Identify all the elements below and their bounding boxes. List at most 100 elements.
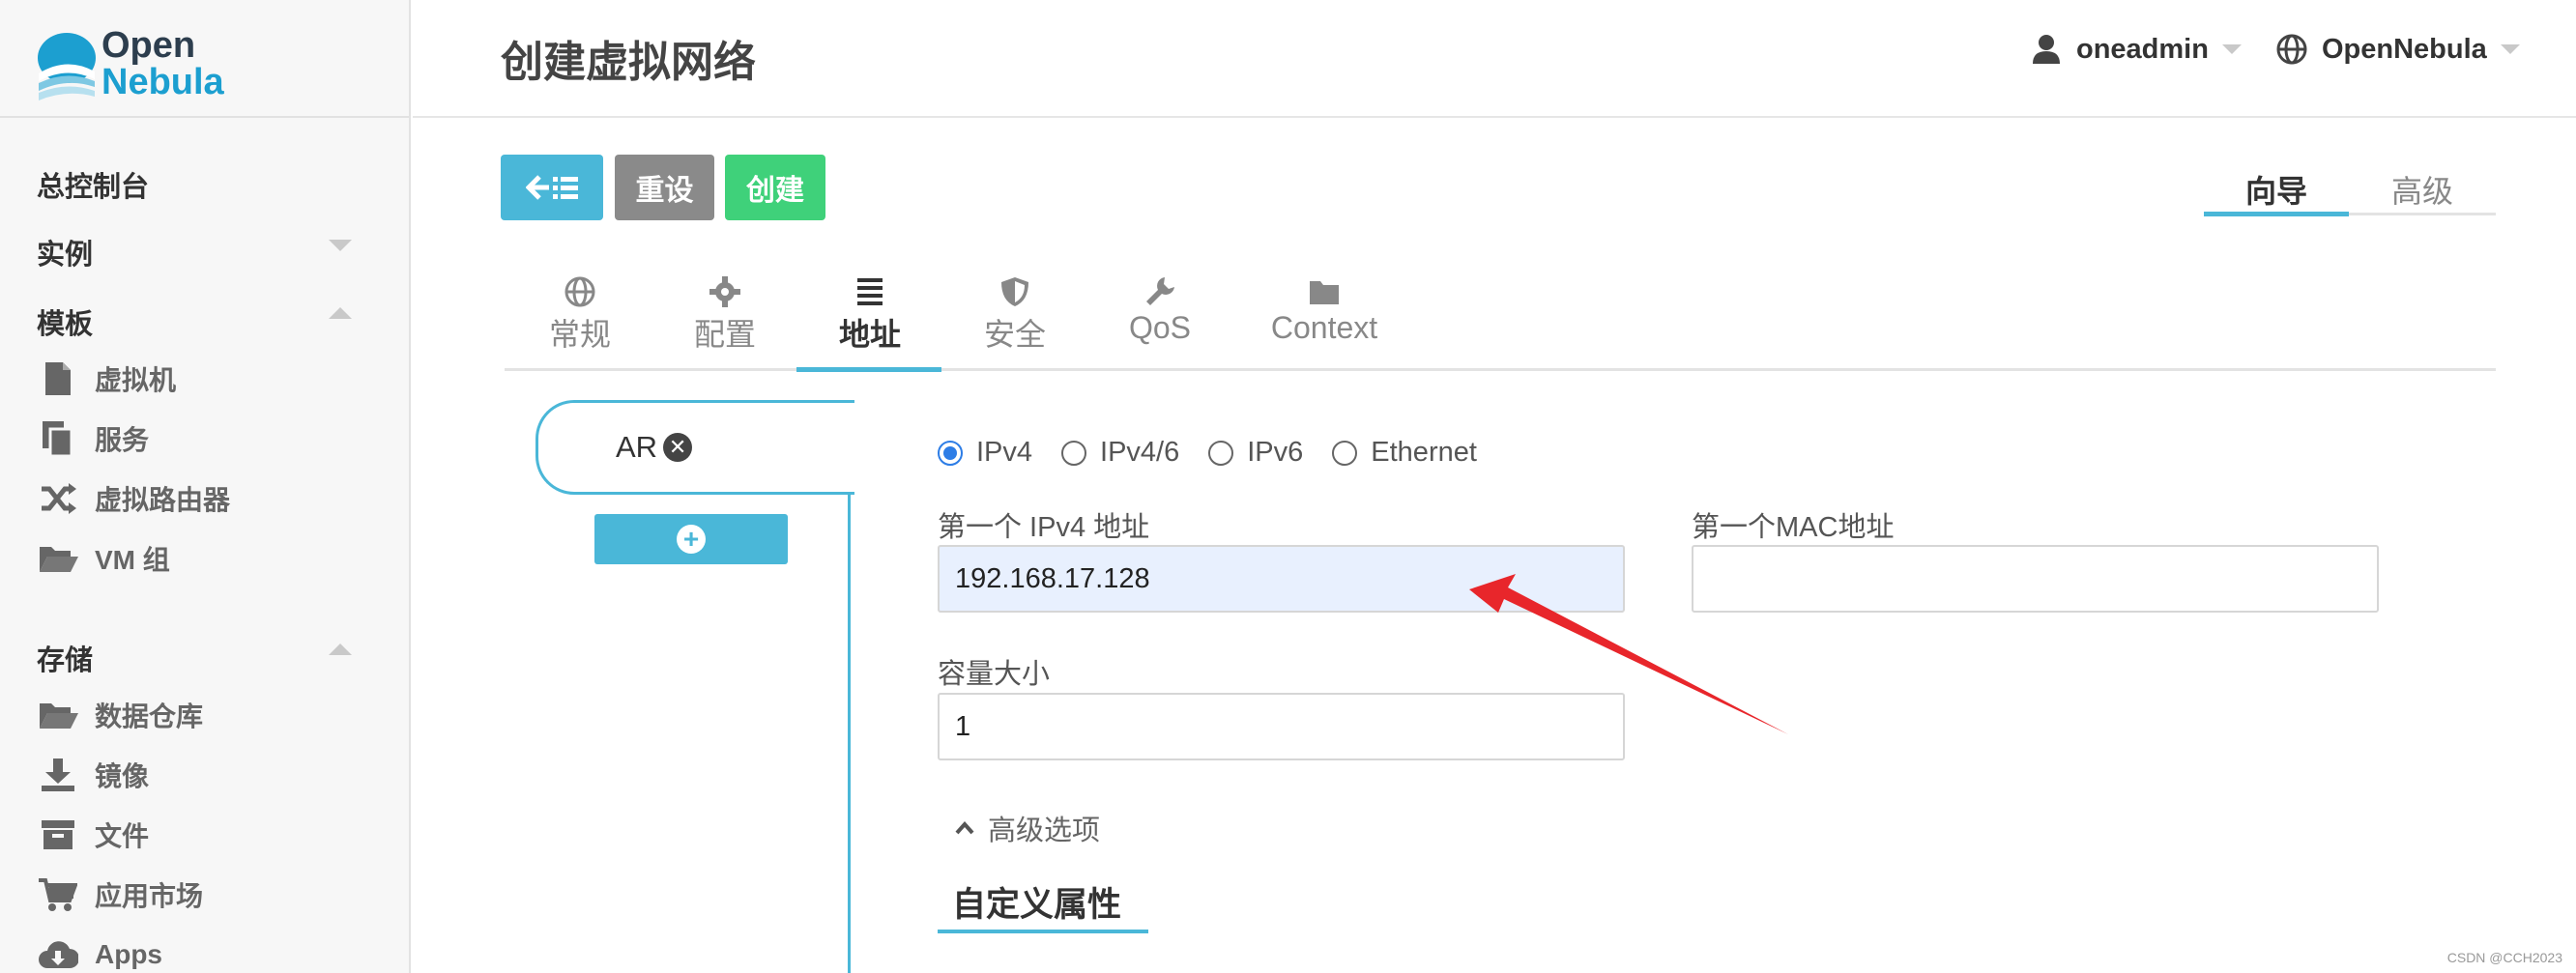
sidebar-divider xyxy=(0,116,411,118)
back-button[interactable] xyxy=(501,155,603,220)
tab-context[interactable]: Context xyxy=(1257,275,1392,370)
chevron-up-icon[interactable] xyxy=(329,644,352,655)
zone-menu[interactable]: OpenNebula xyxy=(2275,33,2520,66)
shield-icon xyxy=(1001,277,1028,306)
tab-security[interactable]: 安全 xyxy=(967,275,1063,370)
user-menu[interactable]: oneadmin xyxy=(2030,33,2242,66)
zone-name: OpenNebula xyxy=(2322,33,2487,65)
radio-label: IPv6 xyxy=(1247,437,1304,468)
sidebar-item-virtual-routers[interactable]: 虚拟路由器 xyxy=(37,477,230,520)
folder-open-icon xyxy=(37,539,79,578)
radio-ipv6[interactable]: IPv6 xyxy=(1208,437,1303,469)
logo-icon xyxy=(38,33,96,100)
advanced-options-toggle[interactable]: 高级选项 xyxy=(955,808,1100,848)
page-title: 创建虚拟网络 xyxy=(501,39,756,86)
sidebar-item-datastores[interactable]: 数据仓库 xyxy=(37,694,203,736)
user-name: oneadmin xyxy=(2076,33,2209,65)
logo-text-nebula: Nebula xyxy=(101,62,224,102)
sidebar-item-label: 应用市场 xyxy=(95,881,204,911)
chevron-down-icon xyxy=(2500,44,2520,54)
sidebar-item-dashboard[interactable]: 总控制台 xyxy=(37,164,149,205)
archive-icon xyxy=(37,816,79,854)
tab-addresses[interactable]: 地址 xyxy=(822,275,918,370)
tab-configuration[interactable]: 配置 xyxy=(677,275,773,370)
shuffle-icon xyxy=(37,479,79,518)
radio-button[interactable] xyxy=(1332,440,1358,466)
sidebar-item-instances[interactable]: 实例 xyxy=(37,232,93,272)
sidebar-item-marketplaces[interactable]: 应用市场 xyxy=(37,873,203,916)
download-icon xyxy=(37,756,79,794)
radio-label: IPv4 xyxy=(976,437,1033,468)
tab-label: 地址 xyxy=(838,317,901,352)
sidebar-item-files[interactable]: 文件 xyxy=(37,814,149,856)
sidebar-item-label: 数据仓库 xyxy=(95,701,204,731)
tab-qos[interactable]: QoS xyxy=(1112,275,1208,370)
size-label: 容量大小 xyxy=(938,659,1051,690)
sidebar-item-label: 服务 xyxy=(95,425,150,455)
radio-button[interactable] xyxy=(1061,440,1087,466)
chevron-up-icon xyxy=(955,820,974,835)
reset-button[interactable]: 重设 xyxy=(615,155,714,220)
globe-icon xyxy=(564,276,595,307)
sidebar-item-images[interactable]: 镜像 xyxy=(37,754,149,796)
tab-wizard[interactable]: 向导 xyxy=(2204,162,2349,216)
cart-icon xyxy=(37,875,79,914)
opennebula-logo[interactable]: Open Nebula xyxy=(37,27,269,104)
radio-button[interactable] xyxy=(938,440,963,466)
tab-label: Context xyxy=(1270,310,1378,345)
wrench-icon xyxy=(1146,277,1174,305)
tab-general[interactable]: 常规 xyxy=(532,275,628,370)
folder-icon xyxy=(1310,281,1339,304)
sidebar-item-vm-templates[interactable]: 虚拟机 xyxy=(37,358,176,400)
radio-ethernet[interactable]: Ethernet xyxy=(1332,437,1477,469)
ar-tab[interactable]: AR ✕ xyxy=(535,400,854,495)
add-ar-button[interactable]: + xyxy=(594,514,788,564)
sidebar-item-label: 虚拟路由器 xyxy=(95,485,231,515)
address-type-radio-group: IPv4 IPv4/6 IPv6 Ethernet xyxy=(938,437,1506,469)
folder-open-icon xyxy=(37,696,79,734)
chevron-up-icon[interactable] xyxy=(329,307,352,319)
section-tab-active-indicator xyxy=(796,367,941,372)
tab-label: QoS xyxy=(1128,310,1192,345)
radio-ipv4-6[interactable]: IPv4/6 xyxy=(1061,437,1179,469)
back-list-icon xyxy=(526,175,578,200)
sidebar-item-services[interactable]: 服务 xyxy=(37,417,149,460)
sidebar-item-storage[interactable]: 存储 xyxy=(37,638,93,678)
copy-icon xyxy=(37,419,79,458)
sidebar-item-label: VM 组 xyxy=(95,545,170,575)
user-icon xyxy=(2033,35,2060,64)
tab-label: 常规 xyxy=(548,317,611,352)
watermark: CSDN @CCH2023 xyxy=(2446,950,2562,965)
annotation-arrow-icon xyxy=(1469,574,1788,734)
custom-attributes-underline xyxy=(938,930,1148,933)
sidebar-item-label: 镜像 xyxy=(95,761,150,791)
file-icon xyxy=(37,359,79,398)
list-icon xyxy=(857,278,883,305)
sidebar-item-vm-groups[interactable]: VM 组 xyxy=(37,537,170,580)
chevron-down-icon xyxy=(2221,44,2242,54)
sidebar-item-apps[interactable]: Apps xyxy=(37,933,162,973)
advanced-options-label: 高级选项 xyxy=(988,816,1101,846)
tab-advanced[interactable]: 高级 xyxy=(2349,162,2496,216)
tab-label: 配置 xyxy=(693,317,756,352)
custom-attributes-heading: 自定义属性 xyxy=(952,886,1122,924)
sidebar-item-label: Apps xyxy=(95,939,162,969)
sidebar: Open Nebula 总控制台 实例 模板 虚拟机 服务 虚拟路由器 VM 组… xyxy=(0,0,411,973)
radio-ipv4[interactable]: IPv4 xyxy=(938,437,1032,469)
sidebar-item-templates[interactable]: 模板 xyxy=(37,301,93,342)
radio-button[interactable] xyxy=(1208,440,1234,466)
radio-label: Ethernet xyxy=(1371,437,1477,468)
first-ipv4-label: 第一个 IPv4 地址 xyxy=(938,512,1150,543)
create-button[interactable]: 创建 xyxy=(725,155,825,220)
sidebar-item-label: 文件 xyxy=(95,821,150,851)
gear-icon xyxy=(709,276,740,307)
tab-label: 安全 xyxy=(983,317,1046,352)
close-icon[interactable]: ✕ xyxy=(663,433,693,462)
cloud-download-icon xyxy=(37,935,79,973)
logo-text-open: Open xyxy=(101,25,196,66)
ar-panel-border xyxy=(848,495,851,973)
sidebar-item-label: 虚拟机 xyxy=(95,365,177,395)
chevron-down-icon[interactable] xyxy=(329,240,352,251)
first-mac-label: 第一个MAC地址 xyxy=(1692,512,1895,543)
globe-icon xyxy=(2276,34,2307,65)
